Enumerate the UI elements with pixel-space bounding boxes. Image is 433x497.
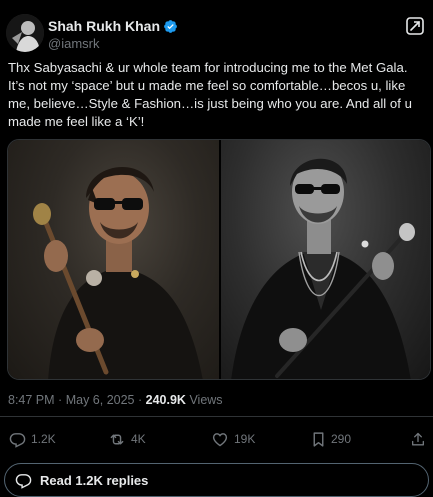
repost-icon <box>110 434 124 444</box>
photo-srk-color[interactable] <box>8 140 219 379</box>
like-button[interactable]: 19K <box>211 430 255 448</box>
avatar[interactable] <box>6 14 44 52</box>
grok-icon[interactable] <box>405 16 425 36</box>
action-bar: 1.2K 4K 19K 290 <box>0 422 433 456</box>
tweet-card: Shah Rukh Khan @iamsrk Thx Sabyasachi & … <box>0 0 433 497</box>
photo-srk-bw-image <box>231 158 415 379</box>
name-row: Shah Rukh Khan <box>48 17 178 35</box>
meta-separator: · <box>58 393 63 407</box>
share-icon <box>412 432 424 445</box>
tweet-time[interactable]: 8:47 PM <box>8 393 55 407</box>
photo-srk-color-image <box>33 167 203 379</box>
bookmark-count: 290 <box>331 432 352 446</box>
repost-count: 4K <box>131 432 146 446</box>
reply-bubble-icon <box>15 473 32 489</box>
views-count: 240.9K <box>145 393 186 407</box>
read-replies-label: Read 1.2K replies <box>40 472 149 488</box>
bookmark-button[interactable]: 290 <box>311 430 351 448</box>
bookmark-icon <box>313 431 324 447</box>
photo-srk-bw[interactable] <box>221 140 430 379</box>
tweet-date[interactable]: May 6, 2025 <box>66 393 135 407</box>
tweet-header: Shah Rukh Khan @iamsrk <box>6 14 426 54</box>
avatar-image <box>6 14 44 52</box>
share-button[interactable] <box>410 430 431 448</box>
meta-separator: · <box>137 393 143 407</box>
tweet-media[interactable] <box>7 139 431 380</box>
reply-button[interactable]: 1.2K <box>9 430 56 448</box>
views-label: Views <box>189 393 223 407</box>
verified-badge-icon <box>163 19 178 34</box>
display-name[interactable]: Shah Rukh Khan <box>48 18 160 34</box>
reply-count: 1.2K <box>31 432 56 446</box>
user-handle[interactable]: @iamsrk <box>48 36 99 51</box>
tweet-text: Thx Sabyasachi & ur whole team for intro… <box>8 60 412 129</box>
repost-button[interactable]: 4K <box>108 430 146 448</box>
reply-icon <box>9 432 26 448</box>
divider <box>0 416 433 417</box>
like-count: 19K <box>234 432 256 446</box>
tweet-meta: 8:47 PM · May 6, 2025 · 240.9K Views <box>8 393 223 407</box>
heart-icon <box>212 432 228 446</box>
